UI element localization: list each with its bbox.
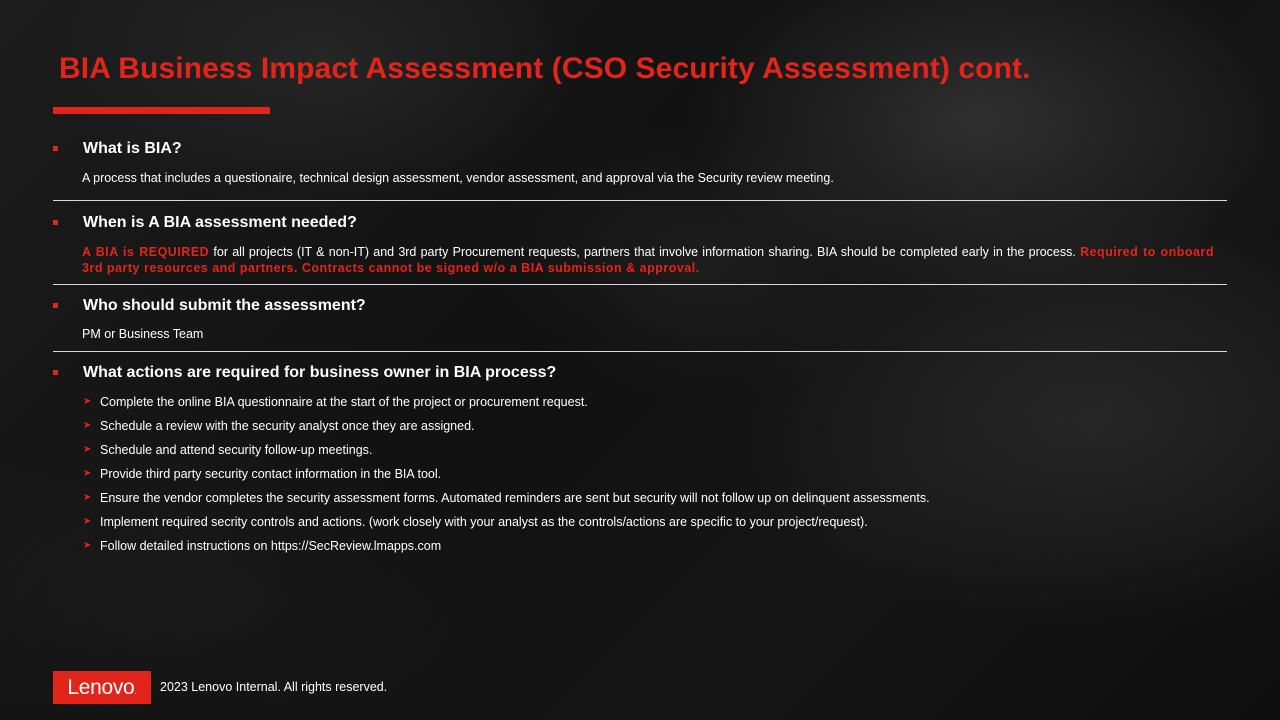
- action-item: ➤ Provide third party security contact in…: [83, 466, 930, 490]
- slide-title: BIA Business Impact Assessment (CSO Secu…: [59, 52, 1031, 85]
- square-bullet-icon: [53, 146, 58, 151]
- action-text: Provide third party security contact inf…: [100, 467, 442, 481]
- action-item: ➤ Schedule a review with the security ana…: [83, 418, 930, 442]
- section-heading: What is BIA?: [83, 140, 182, 157]
- body-plain-text: for all projects (IT & non-IT) and 3rd p…: [209, 245, 1081, 259]
- action-text: Schedule and attend security follow-up m…: [100, 443, 373, 457]
- arrow-bullet-icon: ➤: [83, 468, 92, 479]
- arrow-bullet-icon: ➤: [83, 540, 92, 551]
- arrow-bullet-icon: ➤: [83, 516, 92, 527]
- section-divider: [53, 351, 1227, 352]
- section-actions: What actions are required for business o…: [53, 364, 1227, 564]
- section-who-submits: Who should submit the assessment? PM or …: [53, 297, 1227, 347]
- section-heading: When is A BIA assessment needed?: [83, 214, 357, 231]
- arrow-bullet-icon: ➤: [83, 420, 92, 431]
- logo-text: Lenovo.: [67, 675, 137, 699]
- action-item: ➤ Schedule and attend security follow-up …: [83, 442, 930, 466]
- action-text: Complete the online BIA questionnaire at…: [100, 395, 588, 409]
- section-heading: Who should submit the assessment?: [83, 297, 366, 314]
- action-item: ➤ Implement required secrity controls and…: [83, 514, 930, 538]
- section-body: PM or Business Team: [82, 327, 204, 341]
- action-text: Ensure the vendor completes the security…: [100, 491, 930, 505]
- arrow-bullet-icon: ➤: [83, 396, 92, 407]
- section-heading: What actions are required for business o…: [83, 364, 557, 381]
- action-text: Implement required secrity controls and …: [100, 515, 868, 529]
- arrow-bullet-icon: ➤: [83, 492, 92, 503]
- action-item: ➤ Follow detailed instructions on https:/…: [83, 538, 930, 562]
- section-body: A process that includes a questionaire, …: [82, 171, 834, 185]
- section-when-needed: When is A BIA assessment needed? A BIA i…: [53, 214, 1227, 276]
- action-item: ➤ Complete the online BIA questionnaire a…: [83, 394, 930, 418]
- required-text: A BIA is REQUIRED: [82, 245, 210, 259]
- actions-list: ➤ Complete the online BIA questionnaire a…: [83, 394, 930, 562]
- action-link-text[interactable]: Follow detailed instructions on https://…: [100, 539, 441, 553]
- square-bullet-icon: [53, 220, 58, 225]
- section-what-is-bia: What is BIA? A process that includes a q…: [53, 140, 1227, 190]
- section-divider: [53, 200, 1227, 201]
- square-bullet-icon: [53, 370, 58, 375]
- section-body: A BIA is REQUIRED for all projects (IT &…: [82, 244, 1214, 276]
- lenovo-logo: Lenovo.: [53, 671, 151, 704]
- footer-copyright: 2023 Lenovo Internal. All rights reserve…: [160, 680, 388, 694]
- action-text: Schedule a review with the security anal…: [100, 419, 475, 433]
- action-item: ➤ Ensure the vendor completes the securit…: [83, 490, 930, 514]
- square-bullet-icon: [53, 303, 58, 308]
- arrow-bullet-icon: ➤: [83, 444, 92, 455]
- section-divider: [53, 284, 1227, 285]
- title-underline: [53, 107, 270, 114]
